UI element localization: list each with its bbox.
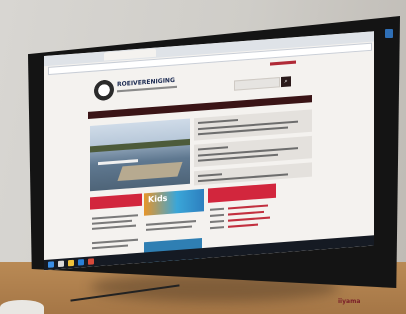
hero-treeline [90,138,190,153]
hero-dock [117,161,183,182]
hero-boat [98,159,138,166]
text-line [92,244,128,250]
monitor-brand-logo: iiyama [338,298,361,305]
site-logo [94,79,114,102]
taskbar-search-icon[interactable] [58,260,64,268]
app-icon[interactable] [88,258,94,265]
login-link[interactable] [270,60,296,66]
start-icon[interactable] [48,261,54,268]
mug [0,300,44,314]
search-input[interactable] [234,77,280,91]
monitor-sticker [385,29,393,38]
browser-icon[interactable] [78,259,84,266]
text-line [92,219,132,225]
text-line [210,207,224,211]
text-line [210,213,224,217]
text-line [210,226,224,230]
section-banner-left[interactable] [90,193,142,210]
text-line [146,225,192,231]
text-line [210,219,224,224]
kids-banner-text: Kids [148,193,168,205]
hero-photo-rowing [90,118,190,192]
link-line[interactable] [228,210,264,216]
link-line[interactable] [228,204,268,210]
search-icon[interactable]: ⌕ [281,76,291,88]
text-line [92,238,138,245]
link-line[interactable] [228,216,270,222]
link-line[interactable] [228,223,258,228]
folder-icon[interactable] [68,259,74,267]
section-banner-right[interactable] [208,183,276,203]
monitor-screen: ROEIVERENIGING ⌕ Kids [44,31,374,271]
text-line [92,224,136,230]
